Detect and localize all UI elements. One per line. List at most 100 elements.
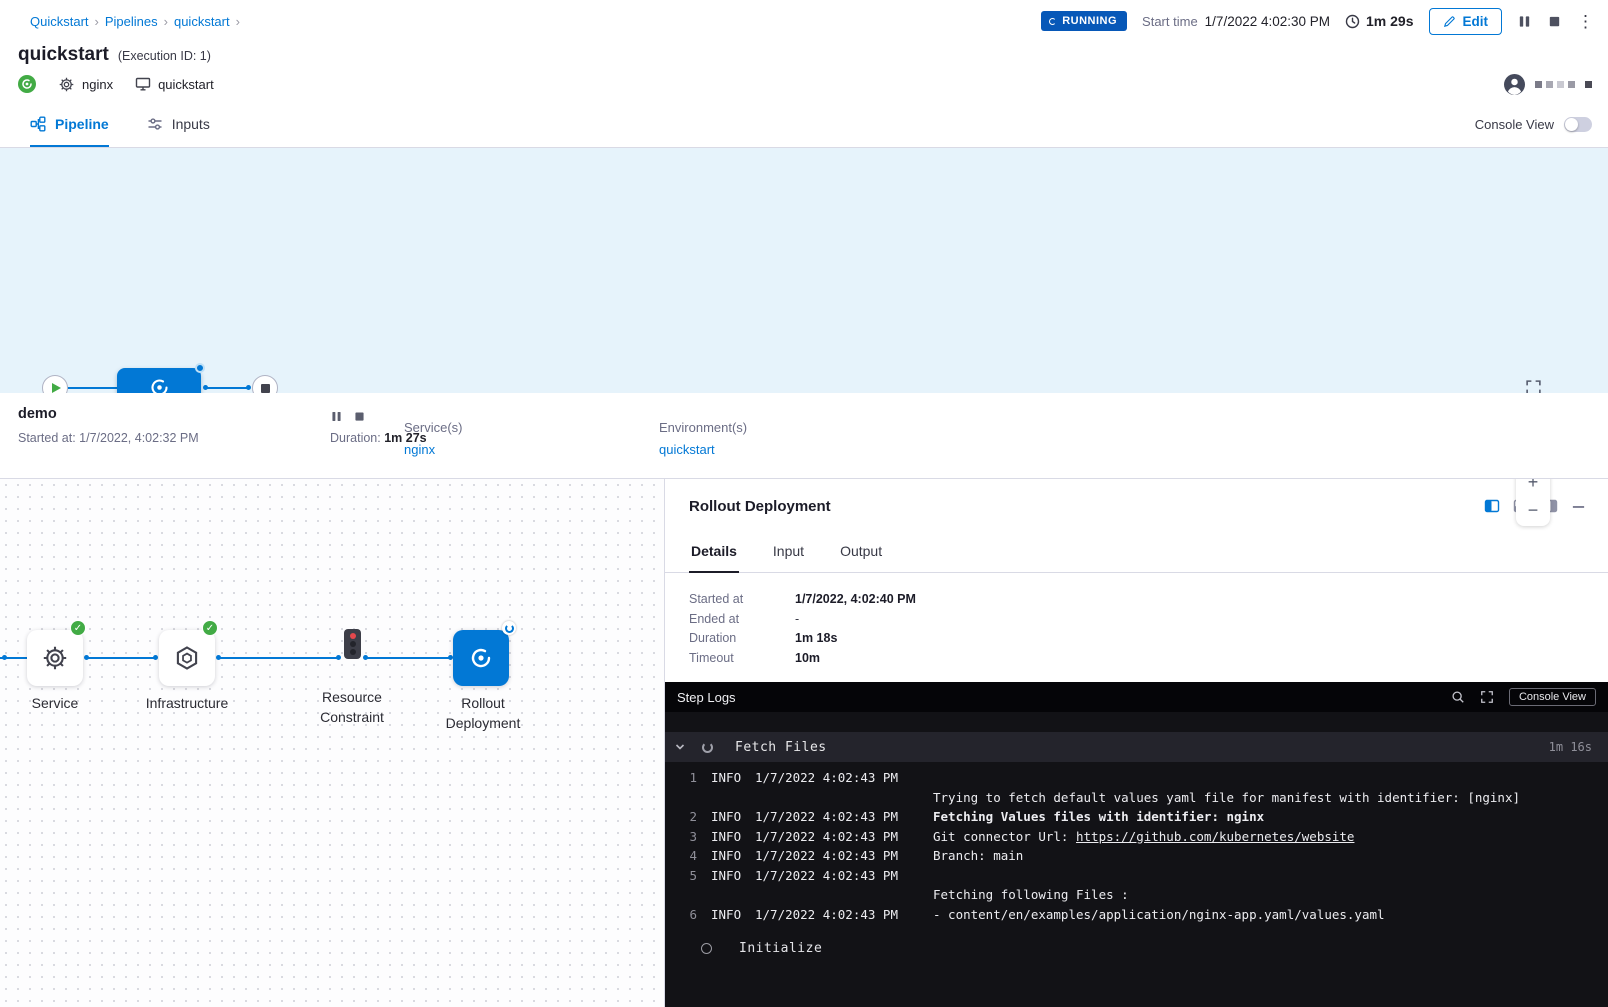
more-options-button[interactable]: ⋮ [1577, 13, 1594, 30]
success-check-icon: ✓ [202, 620, 218, 636]
graph-edge [0, 657, 27, 659]
step-label-service: Service [0, 693, 115, 713]
step-node-infrastructure[interactable] [159, 630, 215, 686]
page-title: quickstart [18, 44, 109, 66]
search-icon[interactable] [1451, 690, 1465, 704]
minimize-panel-button[interactable] [1571, 499, 1586, 514]
breadcrumb-separator: › [164, 14, 168, 29]
elapsed-time: 1m 29s [1345, 13, 1413, 29]
end-icon [261, 384, 270, 393]
stage-started-at: Started at: 1/7/2022, 4:02:32 PM [18, 431, 199, 445]
environment-link[interactable]: quickstart [659, 442, 715, 457]
top-bar: Quickstart › Pipelines › quickstart › RU… [0, 0, 1608, 42]
breadcrumb-link-pipeline-name[interactable]: quickstart [174, 14, 230, 29]
detail-label: Ended at [689, 610, 795, 630]
pipeline-icon [30, 116, 46, 132]
service-chip[interactable]: nginx [58, 76, 113, 93]
breadcrumb-link-quickstart[interactable]: Quickstart [30, 14, 89, 29]
detail-value: 1/7/2022, 4:02:40 PM [795, 590, 916, 610]
environment-chip[interactable]: quickstart [135, 76, 214, 92]
step-label-rollout-deployment: Rollout Deployment [423, 693, 543, 733]
layout-right-panel-button[interactable] [1484, 498, 1500, 514]
log-section-initialize[interactable]: Initialize [665, 934, 1608, 962]
zoom-out-button[interactable]: − [1516, 496, 1550, 524]
log-line: 4INFO1/7/2022 4:02:43 PMBranch: main [665, 846, 1608, 866]
traffic-light-icon [350, 633, 356, 639]
stage-indicator [1546, 81, 1553, 88]
edit-button[interactable]: Edit [1429, 8, 1503, 35]
step-node-service[interactable] [27, 630, 83, 686]
tab-details[interactable]: Details [689, 533, 739, 572]
breadcrumb-separator: › [95, 14, 99, 29]
stop-icon [1547, 14, 1562, 29]
environment-chip-label: quickstart [158, 77, 214, 92]
chevron-down-icon [674, 741, 686, 753]
duration-label: Duration: [330, 431, 381, 445]
section-spinner-icon [702, 742, 713, 753]
success-check-icon: ✓ [70, 620, 86, 636]
tab-output[interactable]: Output [838, 533, 884, 572]
execution-graph-canvas[interactable]: ✓ Service ✓ Infrastructure Resource Cons… [0, 479, 665, 1007]
step-node-rollout-deployment[interactable] [453, 630, 509, 686]
graph-edge [220, 657, 337, 659]
status-badge: RUNNING [1041, 11, 1127, 31]
tab-pipeline[interactable]: Pipeline [30, 102, 109, 147]
log-section-name: Fetch Files [735, 740, 827, 755]
stage-indicator [1557, 81, 1564, 88]
pause-icon [1517, 14, 1532, 29]
graph-edge [68, 387, 117, 389]
running-spinner-badge [502, 621, 516, 635]
stage-indicator [1535, 81, 1542, 88]
running-spinner-icon [1049, 18, 1056, 25]
hexagon-icon [173, 644, 201, 672]
detail-value: 1m 18s [795, 629, 837, 649]
detail-value: 10m [795, 649, 820, 669]
stage-name: demo [18, 406, 57, 422]
console-view-button[interactable]: Console View [1509, 688, 1596, 706]
step-logs-title: Step Logs [677, 690, 736, 705]
log-line: 1INFO1/7/2022 4:02:43 PM [665, 768, 1608, 788]
expand-logs-icon[interactable] [1480, 690, 1494, 704]
stage-stop-button[interactable] [353, 410, 366, 423]
abort-pipeline-button[interactable] [1547, 14, 1562, 29]
log-line: 6INFO1/7/2022 4:02:43 PM- content/en/exa… [665, 905, 1608, 925]
stage-indicator [1585, 81, 1592, 88]
pencil-icon [1443, 15, 1456, 28]
pause-pipeline-button[interactable] [1517, 14, 1532, 29]
services-label: Service(s) [404, 420, 463, 435]
graph-edge [88, 657, 154, 659]
start-time-value: 1/7/2022 4:02:30 PM [1205, 14, 1330, 29]
pipeline-canvas[interactable]: demo + − [0, 148, 1608, 393]
environment-icon [135, 76, 151, 92]
console-view-toggle[interactable] [1564, 117, 1592, 132]
gear-icon [58, 76, 75, 93]
log-line: 2INFO1/7/2022 4:02:43 PMFetching Values … [665, 807, 1608, 827]
service-link[interactable]: nginx [404, 442, 435, 457]
step-label-infrastructure: Infrastructure [127, 693, 247, 713]
inputs-icon [147, 116, 163, 132]
tab-inputs[interactable]: Inputs [147, 102, 210, 147]
step-logs-console: Step Logs Console View Fetch Files 1m 16… [665, 682, 1608, 1007]
log-section-duration: 1m 16s [1549, 740, 1592, 754]
stage-indicators [1535, 81, 1592, 88]
log-line-continuation: Fetching following Files : [665, 885, 1608, 905]
detail-label: Duration [689, 629, 795, 649]
log-section-fetch-files[interactable]: Fetch Files 1m 16s [665, 732, 1608, 762]
execution-id: (Execution ID: 1) [118, 49, 211, 63]
tab-input[interactable]: Input [771, 533, 806, 572]
step-node-resource-constraint[interactable] [344, 629, 361, 659]
log-lines: 1INFO1/7/2022 4:02:43 PM Trying to fetch… [665, 762, 1608, 926]
start-time-label: Start time [1142, 14, 1198, 29]
service-chip-label: nginx [82, 77, 113, 92]
graph-edge [367, 657, 451, 659]
detail-label: Started at [689, 590, 795, 610]
detail-label: Timeout [689, 649, 795, 669]
stage-running-badge [195, 363, 205, 373]
breadcrumb-link-pipelines[interactable]: Pipelines [105, 14, 158, 29]
breadcrumb: Quickstart › Pipelines › quickstart › [30, 14, 240, 29]
git-connector-link[interactable]: https://github.com/kubernetes/website [1076, 829, 1354, 844]
log-line: 3INFO1/7/2022 4:02:43 PMGit connector Ur… [665, 827, 1608, 847]
console-view-label: Console View [1475, 117, 1554, 132]
connector-dot [336, 655, 341, 660]
stage-pause-button[interactable] [330, 410, 343, 423]
